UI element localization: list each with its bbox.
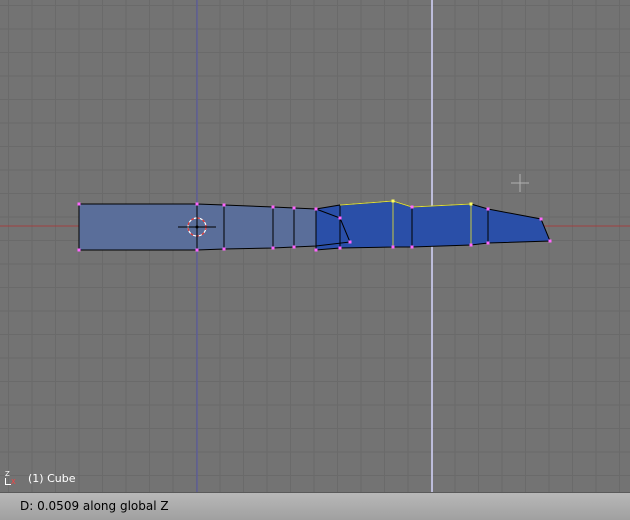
selected-mesh-face <box>392 200 413 248</box>
vertex[interactable] <box>314 248 318 252</box>
vertex[interactable] <box>469 243 473 247</box>
vertex[interactable] <box>77 202 81 206</box>
viewport-header-bar: D: 0.0509 along global Z <box>0 492 630 520</box>
vertex[interactable] <box>539 217 543 221</box>
mesh-scene[interactable] <box>0 0 630 492</box>
vertex[interactable] <box>338 246 342 250</box>
vertex[interactable] <box>410 245 414 249</box>
vertex[interactable] <box>77 248 81 252</box>
selected-vertex[interactable] <box>469 202 473 206</box>
vertex[interactable] <box>486 207 490 211</box>
vertex[interactable] <box>410 205 414 209</box>
vertex[interactable] <box>486 241 490 245</box>
3d-viewport[interactable]: Z X (1) Cube <box>0 0 630 492</box>
vertex[interactable] <box>271 205 275 209</box>
mesh-face <box>272 206 295 249</box>
selected-mesh-face <box>411 203 472 248</box>
vertex[interactable] <box>292 206 296 210</box>
vertex[interactable] <box>195 248 199 252</box>
selected-mesh-face <box>339 200 394 249</box>
vertex[interactable] <box>222 247 226 251</box>
vertex[interactable] <box>348 240 352 244</box>
vertex[interactable] <box>222 203 226 207</box>
mesh-face <box>223 204 274 250</box>
selected-mesh-face <box>470 203 489 246</box>
selected-vertex[interactable] <box>391 199 395 203</box>
axis-orientation-icon: Z X <box>4 470 22 488</box>
vertex[interactable] <box>338 216 342 220</box>
active-object-label: (1) Cube <box>28 472 76 485</box>
vertex[interactable] <box>292 245 296 249</box>
z-axis-label: Z <box>5 470 10 478</box>
vertex[interactable] <box>548 239 552 243</box>
selected-mesh-face <box>487 208 551 244</box>
vertex[interactable] <box>314 207 318 211</box>
vertex[interactable] <box>271 246 275 250</box>
vertex[interactable] <box>391 245 395 249</box>
transform-status-text: D: 0.0509 along global Z <box>20 499 169 513</box>
x-axis-label: X <box>11 478 16 486</box>
mouse-crosshair-icon <box>511 174 529 192</box>
vertex[interactable] <box>195 202 199 206</box>
